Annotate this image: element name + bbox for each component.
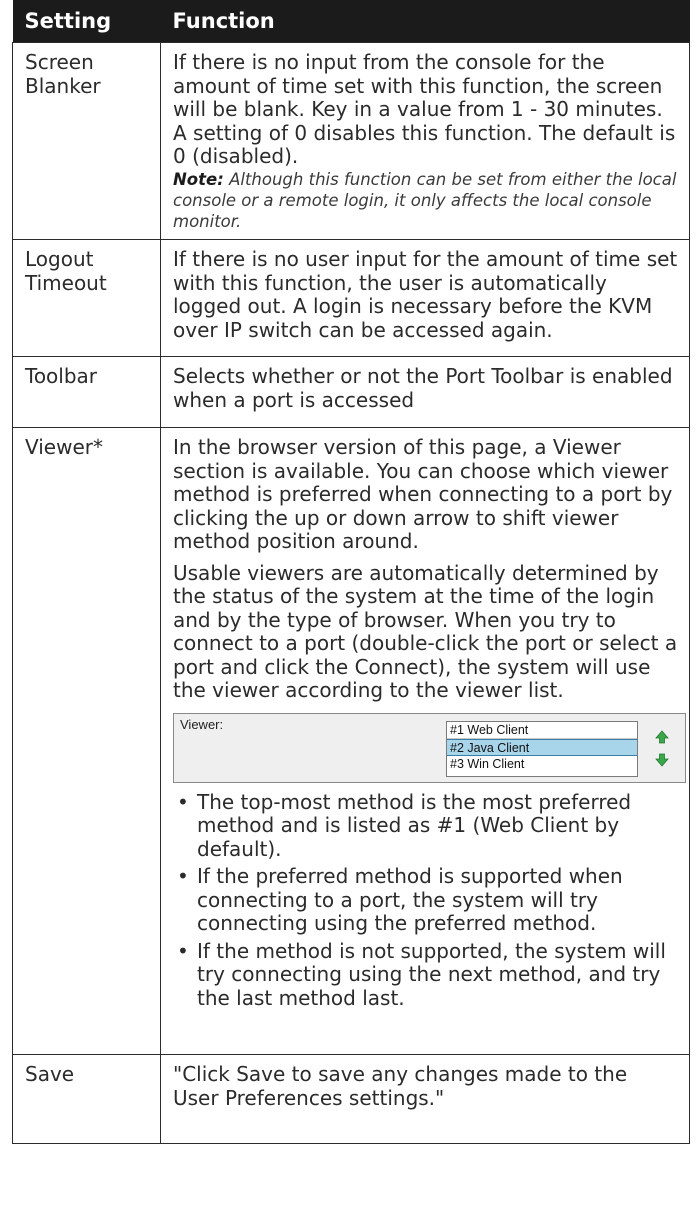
bullet-text: If the preferred method is supported whe… (197, 864, 623, 935)
bullet-text: The top-most method is the most preferre… (197, 789, 632, 861)
viewer-list-item[interactable]: #1 Web Client (447, 722, 637, 739)
setting-name: Viewer* (12, 427, 161, 1055)
table-row: Screen Blanker If there is no input from… (12, 42, 690, 240)
viewer-listbox[interactable]: #1 Web Client #2 Java Client #3 Win Clie… (446, 720, 638, 777)
viewer-list-item[interactable]: #3 Win Client (447, 756, 637, 773)
description-text: In the browser version of this page, a V… (173, 435, 673, 553)
setting-name: Logout Timeout (12, 239, 161, 357)
description-text: Usable viewers are automatically determi… (173, 560, 678, 702)
table-header-row: Setting Function (12, 0, 690, 43)
arrow-down-icon[interactable] (654, 752, 670, 768)
viewer-label: Viewer: (180, 716, 224, 732)
viewer-panel: Viewer: #1 Web Client #2 Java Client #3 … (173, 712, 686, 783)
list-item: • If the preferred method is supported wh… (173, 864, 679, 936)
bullet-text: If the method is not supported, the syst… (197, 938, 666, 1010)
note-label: Note: (173, 169, 224, 189)
table-row: Toolbar Selects whether or not the Port … (12, 356, 690, 428)
bullet-list: • The top-most method is the most preferr… (173, 789, 679, 1011)
description-text: "Click Save to save any changes made to … (173, 1062, 628, 1110)
table-row: Save "Click Save to save any changes mad… (12, 1054, 690, 1144)
function-description: If there is no input from the console fo… (160, 42, 690, 240)
setting-name: Toolbar (12, 356, 161, 428)
note-text: Although this function can be set from e… (173, 169, 677, 231)
table-row: Viewer* In the browser version of this p… (12, 427, 690, 1055)
bullet-dot-icon: • (177, 864, 189, 888)
setting-name: Screen Blanker (12, 42, 161, 240)
function-description: If there is no user input for the amount… (160, 239, 690, 357)
bullet-dot-icon: • (177, 789, 189, 814)
viewer-list-item-selected[interactable]: #2 Java Client (447, 738, 637, 756)
setting-name: Save (12, 1054, 161, 1144)
note: Note: Although this function can be set … (173, 169, 679, 232)
table-row: Logout Timeout If there is no user input… (12, 239, 690, 357)
header-setting: Setting (12, 0, 161, 43)
list-item: • The top-most method is the most preferr… (173, 789, 679, 862)
function-description: In the browser version of this page, a V… (160, 427, 690, 1055)
settings-table: Setting Function Screen Blanker If there… (12, 0, 690, 1144)
bullet-dot-icon: • (177, 938, 189, 963)
arrow-up-icon[interactable] (654, 729, 670, 745)
list-item: • If the method is not supported, the sys… (173, 938, 679, 1011)
description-text: Selects whether or not the Port Toolbar … (173, 364, 673, 412)
function-description: Selects whether or not the Port Toolbar … (160, 356, 690, 428)
function-description: "Click Save to save any changes made to … (160, 1054, 690, 1144)
description-text: If there is no user input for the amount… (173, 247, 678, 342)
description-text: If there is no input from the console fo… (173, 50, 676, 168)
header-function: Function (160, 0, 690, 43)
